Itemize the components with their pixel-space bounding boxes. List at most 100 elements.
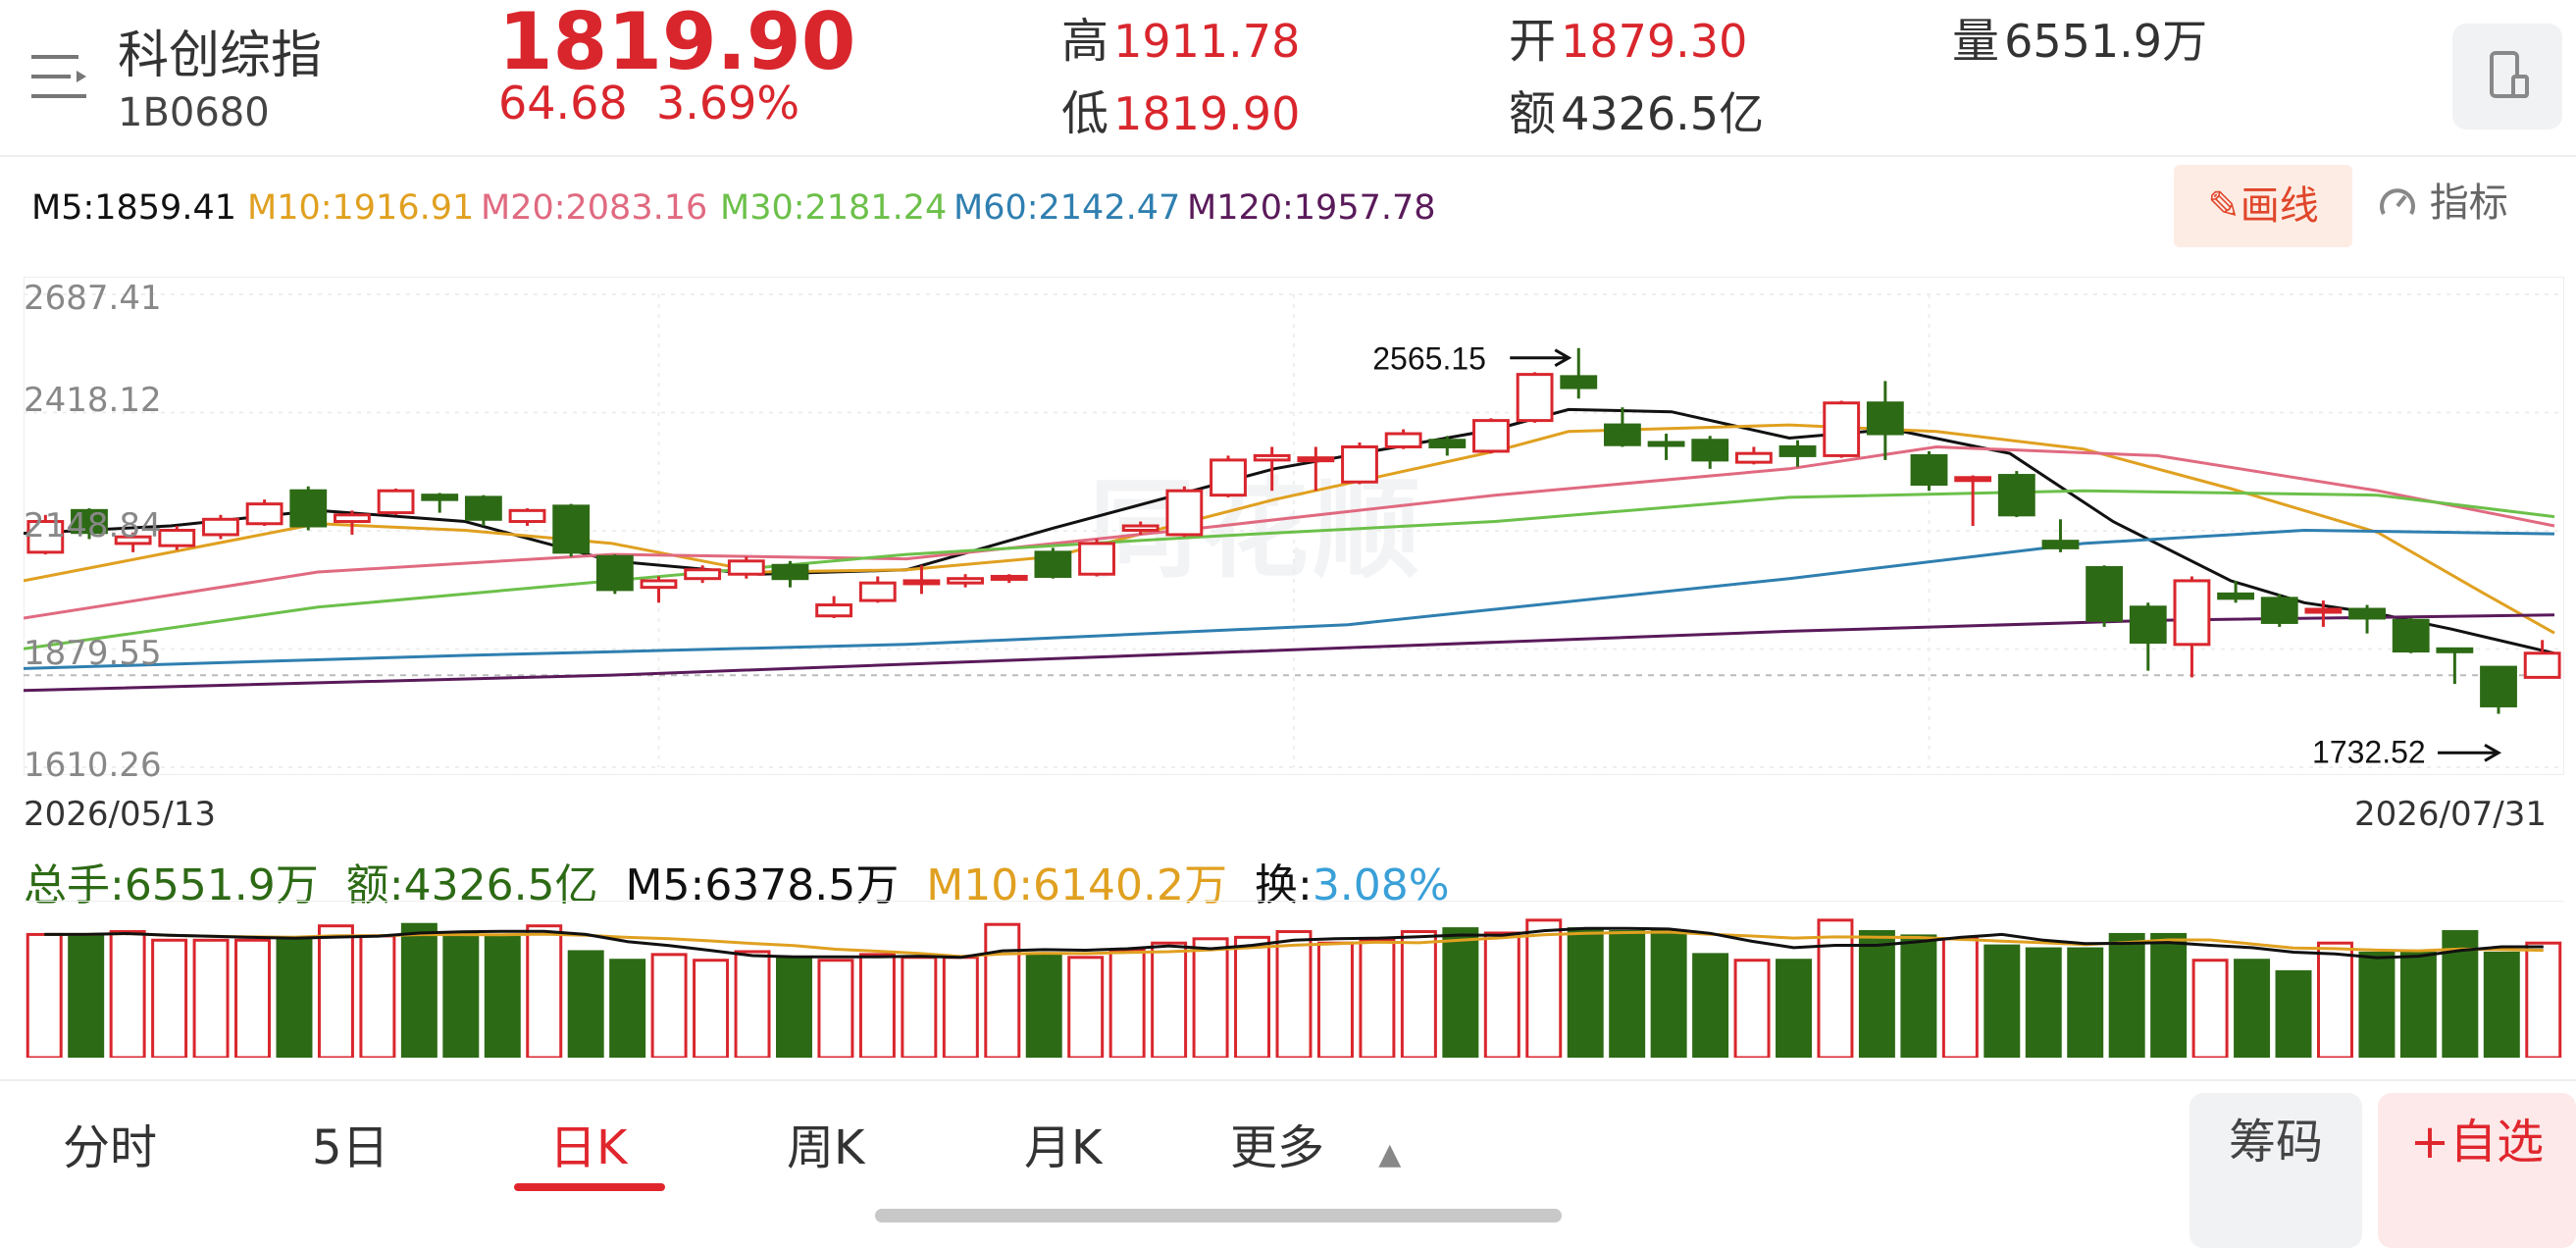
candle-body bbox=[1472, 419, 1510, 453]
volume-bar bbox=[1525, 918, 1563, 1058]
volume-bar bbox=[109, 930, 146, 1058]
candle-body bbox=[1341, 444, 1378, 484]
volume-bar bbox=[234, 938, 272, 1058]
volume-bar bbox=[68, 932, 105, 1058]
ma20-label: M20:2083.16 bbox=[481, 188, 708, 228]
volume-bar bbox=[1234, 935, 1271, 1058]
volume-bar bbox=[1442, 927, 1479, 1058]
draw-line-button[interactable]: ✎画线 bbox=[2174, 165, 2352, 247]
volume-bar bbox=[1817, 918, 1854, 1058]
candle-body bbox=[1210, 458, 1247, 497]
arrow-up-icon: ▲ bbox=[1378, 1137, 1402, 1171]
candle-body bbox=[2523, 651, 2561, 679]
candle-body bbox=[1734, 451, 1773, 464]
volume-bar bbox=[567, 950, 604, 1058]
low-label: 低 bbox=[1061, 86, 1109, 141]
tab-more[interactable]: 更多 ▲ bbox=[1230, 1109, 1401, 1177]
tab-daily-k[interactable]: 日K bbox=[549, 1109, 627, 1177]
volume-bar bbox=[2358, 951, 2396, 1058]
candle-body bbox=[2217, 592, 2255, 600]
chips-button[interactable]: 筹码 bbox=[2190, 1093, 2362, 1248]
tab-5day[interactable]: 5日 bbox=[312, 1109, 389, 1177]
volume-bar bbox=[1316, 941, 1354, 1058]
candle-body bbox=[1078, 542, 1115, 576]
volume-bar bbox=[1192, 937, 1229, 1058]
volume-bar bbox=[2150, 932, 2188, 1058]
candle-body bbox=[1910, 453, 1948, 486]
volume-bar bbox=[317, 924, 354, 1058]
candle-body bbox=[464, 495, 502, 521]
volume-bar bbox=[1733, 959, 1771, 1058]
volume-bar bbox=[734, 950, 771, 1058]
volume-bar bbox=[151, 938, 188, 1058]
volume-bar bbox=[2234, 959, 2271, 1058]
candle-body bbox=[771, 563, 809, 581]
volume-bar bbox=[442, 932, 480, 1058]
device-toggle-button[interactable] bbox=[2452, 24, 2562, 130]
candle-body bbox=[1297, 456, 1335, 463]
low-value: 1819.90 bbox=[1113, 87, 1301, 140]
volume-bar bbox=[693, 959, 730, 1058]
candle-body bbox=[421, 494, 459, 501]
volume-bar bbox=[2525, 941, 2562, 1058]
volume-chart[interactable] bbox=[24, 901, 2564, 1058]
high-label: 高 bbox=[1061, 14, 1109, 69]
tab-intraday[interactable]: 分时 bbox=[63, 1109, 157, 1177]
high-value: 1911.78 bbox=[1113, 15, 1301, 68]
min-price-arrow bbox=[2438, 743, 2502, 762]
candle-body bbox=[990, 574, 1028, 581]
price-change: 64.68 3.69% bbox=[498, 77, 799, 130]
candle-body bbox=[1691, 439, 1729, 462]
volume-bar bbox=[484, 934, 521, 1058]
volume-bar bbox=[1776, 959, 1812, 1058]
indicator-button[interactable]: 指标 bbox=[2378, 171, 2508, 228]
candle-body bbox=[1778, 444, 1817, 457]
tab-weekly-k[interactable]: 周K bbox=[787, 1109, 864, 1177]
y-tick-label: 2687.41 bbox=[24, 279, 162, 318]
volume-bar bbox=[1900, 934, 1937, 1058]
volume-bar bbox=[609, 959, 646, 1058]
low-stat: 低 1819.90 bbox=[1061, 75, 1300, 143]
open-label: 开 bbox=[1509, 14, 1557, 69]
tab-monthly-k[interactable]: 月K bbox=[1024, 1109, 1102, 1177]
open-value: 1879.30 bbox=[1561, 15, 1748, 68]
candle-body bbox=[508, 508, 546, 524]
ma10-label: M10:1916.91 bbox=[247, 188, 475, 228]
volume-bar bbox=[1650, 930, 1687, 1058]
volume-bar bbox=[2399, 951, 2437, 1058]
high-stat: 高 1911.78 bbox=[1061, 2, 1300, 71]
candlestick-chart[interactable]: 2565.15 1732.52 bbox=[24, 277, 2564, 775]
volume-bar bbox=[2067, 947, 2104, 1058]
volume-bar bbox=[2025, 947, 2062, 1058]
y-tick-label: 1879.55 bbox=[24, 634, 162, 673]
add-watchlist-button[interactable]: +自选 bbox=[2378, 1093, 2576, 1248]
amount-label: 额 bbox=[1509, 86, 1557, 141]
candle-body bbox=[947, 577, 985, 585]
max-price-arrow bbox=[1510, 348, 1572, 368]
volume-bar bbox=[1483, 931, 1520, 1058]
candle-body bbox=[595, 554, 634, 592]
candle-body bbox=[1603, 423, 1641, 446]
device-icon bbox=[2490, 51, 2529, 98]
candle-body bbox=[377, 489, 415, 515]
end-date: 2026/07/31 bbox=[2354, 795, 2547, 834]
candle-body bbox=[2480, 665, 2517, 707]
candle-body bbox=[158, 528, 196, 547]
candle-body bbox=[1823, 401, 1861, 457]
candle-body bbox=[2392, 618, 2430, 653]
candle-body bbox=[289, 489, 328, 528]
header-divider bbox=[0, 155, 2576, 157]
change-percent: 3.69% bbox=[655, 77, 800, 130]
candle-body bbox=[1121, 524, 1159, 532]
volume-bar bbox=[984, 922, 1021, 1058]
candle-body bbox=[2129, 605, 2167, 645]
pencil-icon: ✎ bbox=[2207, 183, 2241, 229]
y-tick-label: 2418.12 bbox=[24, 381, 162, 420]
volume-bar bbox=[2108, 932, 2145, 1058]
ma30-label: M30:2181.24 bbox=[720, 188, 948, 228]
menu-icon[interactable] bbox=[31, 51, 92, 102]
volume-bar bbox=[192, 938, 230, 1058]
active-tab-indicator bbox=[514, 1183, 665, 1191]
candle-body bbox=[1165, 489, 1204, 537]
candle-body bbox=[1384, 432, 1422, 448]
